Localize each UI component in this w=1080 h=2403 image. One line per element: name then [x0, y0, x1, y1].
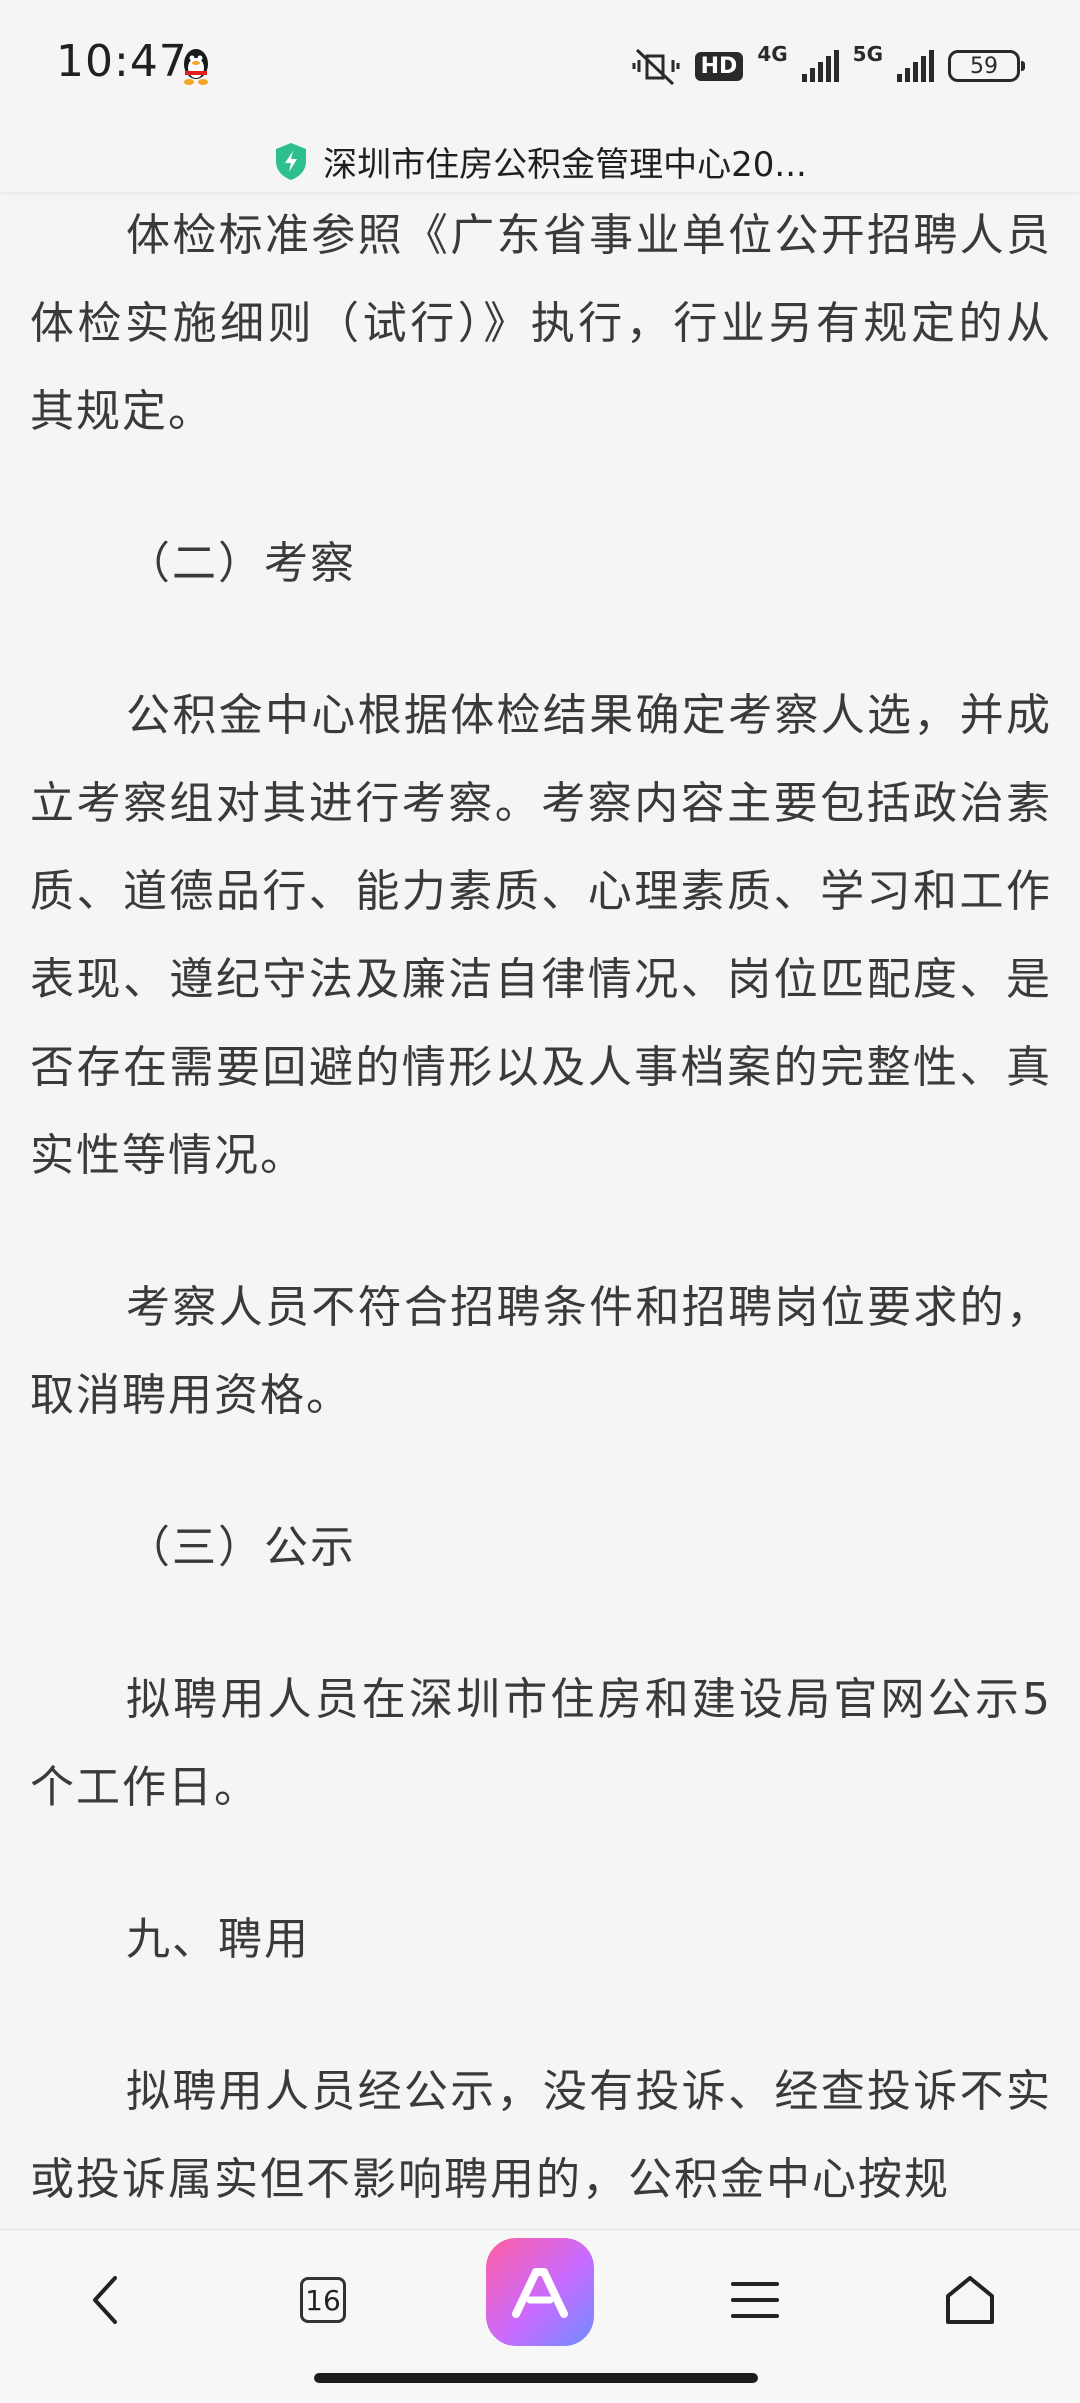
section-heading: 九、聘用: [126, 1914, 310, 1965]
battery-icon: 59: [948, 50, 1025, 82]
paragraph: 拟聘用人员在深圳市住房和建设局官网公示5个工作日。: [30, 1674, 1052, 1813]
status-bar: 10:47 HD 4G 5G 59: [0, 0, 1080, 130]
section-heading: （三）公示: [126, 1522, 356, 1573]
ai-assistant-button[interactable]: [486, 2238, 594, 2346]
paragraph: 体检标准参照《广东省事业单位公开招聘人员体检实施细则（试行）》执行，行业另有规定…: [30, 210, 1052, 437]
tab-count: 16: [305, 2283, 341, 2317]
paragraph: 公积金中心根据体检结果确定考察人选，并成立考察组对其进行考察。考察内容主要包括政…: [30, 690, 1052, 1181]
paragraph: 拟聘用人员经公示，没有投诉、经查投诉不实或投诉属实但不影响聘用的，公积金中心按规: [30, 2066, 1052, 2205]
home-icon: [946, 2276, 994, 2324]
home-button[interactable]: [915, 2250, 1025, 2350]
ai-logo-icon: [512, 2268, 568, 2318]
tabs-button[interactable]: 16: [268, 2250, 378, 2350]
menu-icon: [731, 2282, 779, 2318]
page-title-bar[interactable]: 深圳市住房公积金管理中心20...: [0, 130, 1080, 192]
back-arrow-icon: [93, 2276, 117, 2324]
signal-strength-icon: [801, 50, 839, 82]
vibrate-mute-icon: [632, 48, 680, 86]
page-title: 深圳市住房公积金管理中心20...: [323, 144, 807, 185]
hd-badge: HD: [694, 51, 744, 81]
status-icons: HD 4G 5G 59: [629, 42, 1025, 88]
security-shield-icon: [276, 143, 307, 180]
battery-level: 59: [970, 53, 998, 79]
home-indicator-bar[interactable]: [314, 2373, 758, 2383]
section-heading: （二）考察: [126, 538, 356, 589]
menu-button[interactable]: [700, 2250, 810, 2350]
network-5g-label: 5G: [852, 42, 883, 66]
network-4g-label: 4G: [757, 42, 788, 66]
status-time: 10:47: [56, 36, 188, 87]
back-button[interactable]: [50, 2250, 160, 2350]
browser-screen: 10:47 HD 4G 5G 59 深圳市住房公积金管理中心20... 体检标准…: [0, 0, 1080, 2403]
qq-penguin-icon: [184, 49, 208, 85]
paragraph: 考察人员不符合招聘条件和招聘岗位要求的，取消聘用资格。: [30, 1282, 1052, 1421]
article-content: 体检标准参照《广东省事业单位公开招聘人员体检实施细则（试行）》执行，行业另有规定…: [30, 192, 1052, 2229]
signal-strength-icon-2: [897, 50, 934, 82]
tab-count-icon: 16: [300, 2277, 346, 2323]
